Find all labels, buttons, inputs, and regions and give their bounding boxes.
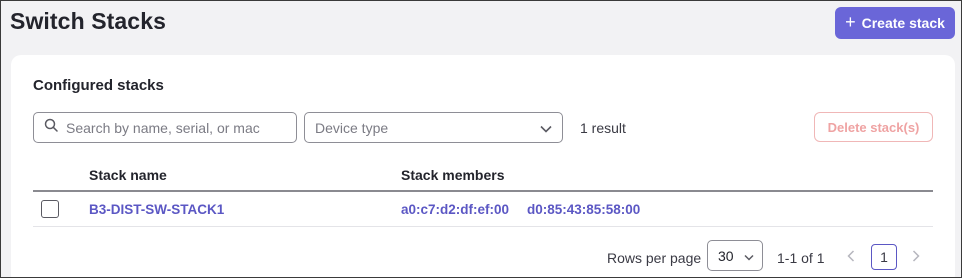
next-page-button[interactable] — [906, 245, 926, 267]
table-header: Stack name Stack members — [33, 158, 933, 192]
pagination-range: 1-1 of 1 — [777, 250, 825, 266]
search-field[interactable] — [33, 112, 297, 143]
create-stack-button[interactable]: + Create stack — [835, 7, 955, 39]
delete-stacks-button[interactable]: Delete stack(s) — [814, 112, 933, 142]
create-stack-label: Create stack — [861, 15, 945, 31]
result-count: 1 result — [580, 120, 626, 136]
device-type-select[interactable]: Device type — [304, 112, 563, 143]
card-title: Configured stacks — [33, 77, 164, 94]
previous-page-button[interactable] — [841, 245, 861, 267]
device-type-placeholder: Device type — [315, 119, 389, 136]
chevron-right-icon — [912, 250, 920, 262]
plus-icon: + — [845, 12, 856, 32]
rows-per-page-select[interactable]: 30 — [707, 240, 763, 271]
configured-stacks-card: Configured stacks Device type 1 result D… — [11, 55, 955, 278]
column-header-stack-name[interactable]: Stack name — [89, 167, 167, 183]
page-title: Switch Stacks — [10, 8, 166, 34]
stack-name-link[interactable]: B3-DIST-SW-STACK1 — [89, 202, 224, 217]
rows-per-page-value: 30 — [718, 247, 734, 264]
chevron-down-icon — [744, 248, 754, 264]
stack-member-link[interactable]: d0:85:43:85:58:00 — [527, 202, 640, 217]
row-checkbox[interactable] — [41, 200, 59, 218]
search-icon — [44, 118, 58, 137]
search-input[interactable] — [66, 119, 286, 136]
stack-member-link[interactable]: a0:c7:d2:df:ef:00 — [401, 202, 509, 217]
chevron-left-icon — [847, 250, 855, 262]
page-button[interactable]: 1 — [871, 244, 897, 270]
column-header-stack-members[interactable]: Stack members — [401, 167, 505, 183]
chevron-down-icon — [540, 120, 552, 136]
rows-per-page-label: Rows per page — [607, 250, 702, 266]
table-row: B3-DIST-SW-STACK1 a0:c7:d2:df:ef:00 d0:8… — [33, 192, 933, 227]
